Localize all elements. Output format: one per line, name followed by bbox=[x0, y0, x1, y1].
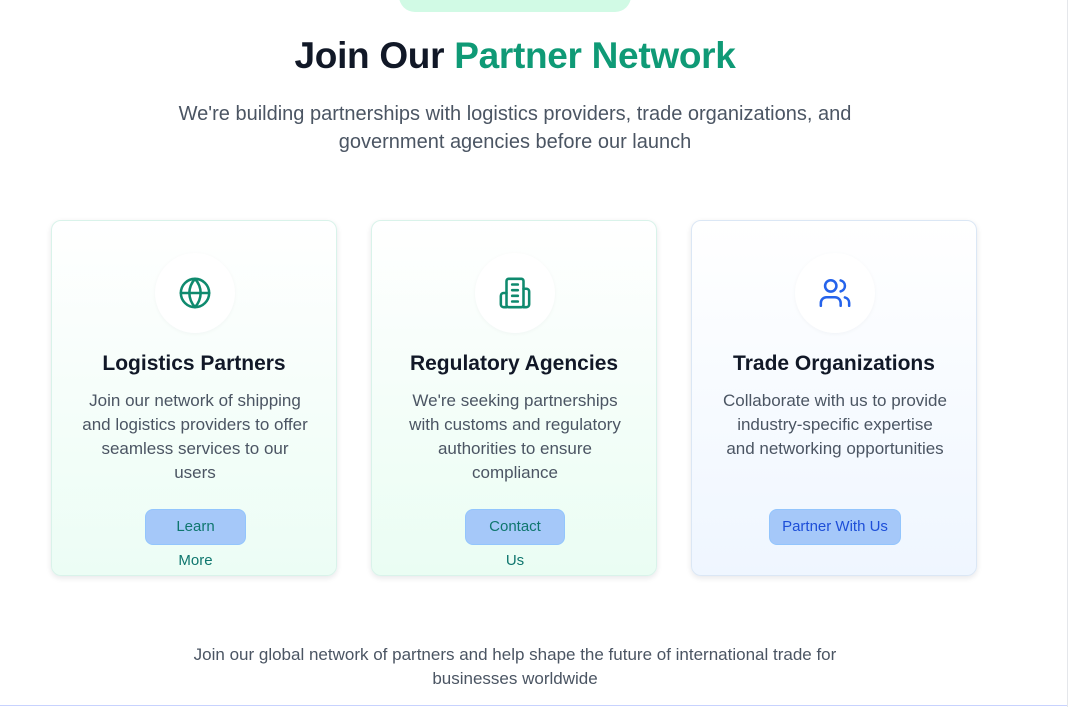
page-subtitle: We're building partnerships with logisti… bbox=[178, 103, 852, 153]
page-title-prefix: Join Our bbox=[294, 35, 455, 76]
building-icon bbox=[499, 277, 531, 309]
card-description: Collaborate with us to provide industry-… bbox=[723, 391, 947, 458]
page-title-accent: Partner Network bbox=[454, 35, 736, 76]
footer-note: Join our global network of partners and … bbox=[193, 645, 837, 688]
globe-icon bbox=[179, 277, 211, 309]
contact-us-button[interactable]: Contact Us bbox=[465, 509, 565, 569]
icon-circle bbox=[475, 253, 555, 333]
card-logistics-partners: Logistics Partners Join our network of s… bbox=[51, 220, 337, 576]
card-title: Trade Organizations bbox=[733, 352, 935, 375]
partner-with-us-button[interactable]: Partner With Us bbox=[769, 509, 901, 545]
card-title: Logistics Partners bbox=[102, 352, 286, 375]
card-title: Regulatory Agencies bbox=[409, 352, 619, 375]
page-title: Join Our Partner Network bbox=[0, 34, 1030, 78]
icon-circle bbox=[155, 253, 235, 333]
card-regulatory-agencies: Regulatory Agencies We're seeking partne… bbox=[371, 220, 657, 576]
card-description: Join our network of shipping and logisti… bbox=[82, 391, 308, 482]
card-trade-organizations: Trade Organizations Collaborate with us … bbox=[691, 220, 977, 576]
learn-more-button[interactable]: Learn More bbox=[145, 509, 246, 569]
section-divider bbox=[0, 705, 1068, 706]
top-badge bbox=[399, 0, 631, 12]
card-description: We're seeking partnerships with customs … bbox=[409, 391, 621, 482]
users-icon bbox=[819, 278, 851, 308]
icon-circle bbox=[795, 253, 875, 333]
